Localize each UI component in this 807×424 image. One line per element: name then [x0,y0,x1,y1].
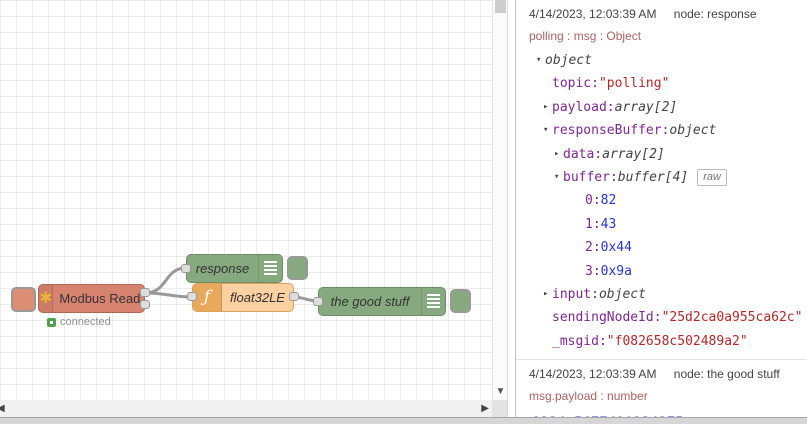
debug-timestamp: 4/14/2023, 12:03:39 AM [529,367,657,382]
node-response[interactable]: response [186,254,283,283]
debug-message[interactable]: 4/14/2023, 12:03:39 AM node: response po… [516,0,807,359]
node-modbus-read[interactable]: ✱ Modbus Read [38,284,145,313]
scroll-right-icon[interactable]: ▶ [481,402,489,415]
debug-list-icon [258,255,282,282]
debug-tree-row: ▾ buffer: buffer[4] raw [529,166,797,189]
twisty-closed-icon[interactable]: ▸ [554,143,563,166]
tree-segment-key: sendingNodeId: [552,310,662,326]
scrollbar-corner [492,400,507,417]
function-icon: ƒ [193,284,222,311]
tree-segment-string: "f082658c502489a2" [606,333,748,349]
debug-timestamp: 4/14/2023, 12:03:39 AM [529,7,657,21]
twisty-open-icon[interactable]: ▾ [554,166,563,189]
wire-layer [144,266,319,303]
tree-segment-key: payload: [552,99,615,115]
modbus-icon: ✱ [39,285,54,312]
debug-node-name: node: response [673,7,757,21]
modbus-output-port-2[interactable] [140,300,150,309]
tree-segment-type: object [669,123,717,139]
debug-tree-row: 3: 0x9a [529,260,797,283]
debug-tree-row: ▸ input: object [529,283,797,306]
goodstuff-input-port[interactable] [313,297,323,306]
tree-segment-key: _msgid: [552,333,607,349]
float32-input-port[interactable] [187,292,197,301]
debug-tree-row: _msgid: "f082658c502489a2" [529,330,797,353]
status-text: connected [60,316,111,328]
node-float32le[interactable]: ƒ float32LE [192,283,294,312]
tree-segment-type: buffer[4] [617,169,689,185]
debug-tree-row: 0: 82 [529,189,797,212]
wire-modbus-to-response[interactable] [144,266,187,295]
node-label: Modbus Read [59,291,141,306]
debug-tree-row: topic: "polling" [529,72,797,95]
response-toggle-button[interactable] [287,256,308,280]
wire-modbus-to-float32[interactable] [144,291,193,299]
node-label: the good stuff [330,294,410,309]
debug-payload-value: 1234.5677490234375 [529,409,797,417]
debug-sidebar[interactable]: 4/14/2023, 12:03:39 AM node: response po… [516,0,807,417]
flow-canvas[interactable]: ✱ Modbus Read connected response ƒ float… [0,0,492,400]
tree-segment-number: 0x44 [600,240,632,256]
twisty-open-icon[interactable]: ▾ [536,49,545,72]
tree-segment-number: 0x9a [600,263,632,279]
tree-segment-key: responseBuffer: [552,123,670,139]
tree-segment-key: data: [563,146,603,162]
tree-segment-key: buffer: [563,169,618,185]
response-input-port[interactable] [181,264,191,273]
goodstuff-toggle-button[interactable] [450,289,471,313]
debug-tree-row: 1: 43 [529,213,797,236]
node-good-stuff[interactable]: the good stuff [318,287,446,316]
tree-segment-number: 43 [600,216,617,232]
tree-segment-key: input: [552,286,599,302]
modbus-inject-button[interactable] [11,287,36,312]
scroll-left-icon[interactable]: ◀ [0,402,5,415]
debug-message[interactable]: 4/14/2023, 12:03:39 AM node: the good st… [516,359,807,417]
modbus-status: connected [47,316,111,328]
debug-tree-row: ▸ data: array[2] [529,143,797,166]
tree-segment-type: object [598,286,646,302]
modbus-output-port-1[interactable] [140,288,150,297]
twisty-closed-icon[interactable]: ▸ [543,283,552,306]
debug-message-meta: 4/14/2023, 12:03:39 AM node: the good st… [529,367,797,381]
tree-segment-key: 3: [585,263,601,279]
window-bottom-edge [0,417,807,424]
tree-segment-type: object [545,53,592,68]
status-connected-icon [47,317,56,327]
debug-message-meta: 4/14/2023, 12:03:39 AM node: response [529,7,797,21]
debug-tree-row: sendingNodeId: "25d2ca0a955ca62c" [529,306,802,329]
tree-segment-string: "25d2ca0a955ca62c" [661,310,803,326]
debug-node-name: node: the good stuff [673,367,780,382]
node-label: float32LE [230,290,285,305]
canvas-vertical-scrollbar[interactable]: ▼ [492,0,507,400]
debug-list-icon [421,288,445,315]
tree-segment-type: array[2] [614,99,678,115]
debug-tree-row: ▾ object [529,49,797,72]
tree-segment-key: 0: [585,193,601,209]
tree-segment-key: topic: [552,76,599,92]
debug-tree-row: 2: 0x44 [529,236,797,259]
tree-segment-key: 2: [585,240,601,256]
debug-message-path: msg.payload : number [529,389,648,404]
scroll-down-icon[interactable]: ▼ [493,386,508,398]
debug-message-path: polling : msg : Object [529,29,642,43]
debug-tree: ▾ object topic: "polling" ▸ payload: array[2… [529,49,802,353]
tree-segment-number: 82 [600,193,617,209]
node-label: response [195,261,250,276]
tree-segment-type: array[2] [602,146,665,162]
twisty-closed-icon[interactable]: ▸ [543,96,552,119]
canvas-horizontal-scrollbar[interactable]: ◀ ▶ [0,400,492,417]
float32-output-port[interactable] [289,292,299,301]
twisty-open-icon[interactable]: ▾ [543,119,552,142]
node-red-window: ✱ Modbus Read connected response ƒ float… [0,0,807,424]
debug-tree-row: ▸ payload: array[2] [529,96,797,119]
panel-splitter[interactable] [507,0,516,417]
tree-segment-key: 1: [585,216,601,232]
debug-tree-row: ▾ responseBuffer: object [529,119,797,142]
tree-segment-string: "polling" [598,76,670,92]
raw-button[interactable]: raw [697,169,727,187]
vertical-scrollbar-thumb[interactable] [495,0,506,13]
